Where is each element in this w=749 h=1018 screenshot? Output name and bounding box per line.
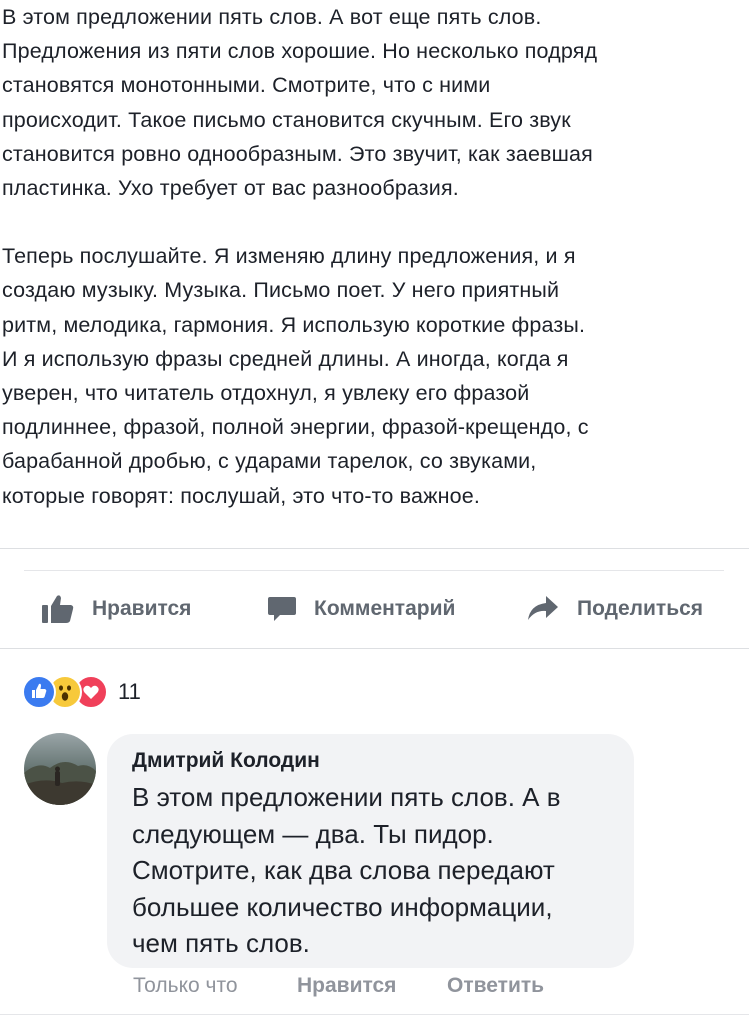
comment-button[interactable]: Комментарий <box>267 586 455 632</box>
divider <box>0 1014 749 1015</box>
comment-like-button[interactable]: Нравится <box>297 974 396 998</box>
post-text: В этом предложении пять слов. А вот еще … <box>2 0 742 513</box>
divider <box>0 548 749 549</box>
comment-text: В этом предложении пять слов. А в следую… <box>132 782 561 958</box>
divider <box>0 648 749 649</box>
share-icon <box>527 596 559 622</box>
avatar[interactable] <box>24 733 96 805</box>
share-button[interactable]: Поделиться <box>527 586 703 632</box>
share-label: Поделиться <box>577 597 704 620</box>
comment-timestamp[interactable]: Только что <box>133 974 238 998</box>
divider <box>24 570 724 571</box>
comment-label: Комментарий <box>314 597 456 620</box>
like-button[interactable]: Нравится <box>42 586 191 632</box>
like-label: Нравится <box>92 597 192 620</box>
reactions-count: 11 <box>118 679 141 704</box>
post-paragraph: Теперь послушайте. Я изменяю длину предл… <box>2 244 589 508</box>
thumbs-up-icon <box>42 594 74 624</box>
post-paragraph: В этом предложении пять слов. А вот еще … <box>2 5 598 201</box>
comment-reply-button[interactable]: Ответить <box>447 974 544 998</box>
like-icon <box>22 675 56 709</box>
comment-author[interactable]: Дмитрий Колодин <box>132 749 320 773</box>
post-actions-bar: Нравится Комментарий Поделиться <box>0 586 749 632</box>
reactions-summary[interactable]: 11 <box>22 674 141 710</box>
comment-bubble: Дмитрий Колодин В этом предложении пять … <box>107 734 634 968</box>
comment-icon <box>267 594 297 624</box>
